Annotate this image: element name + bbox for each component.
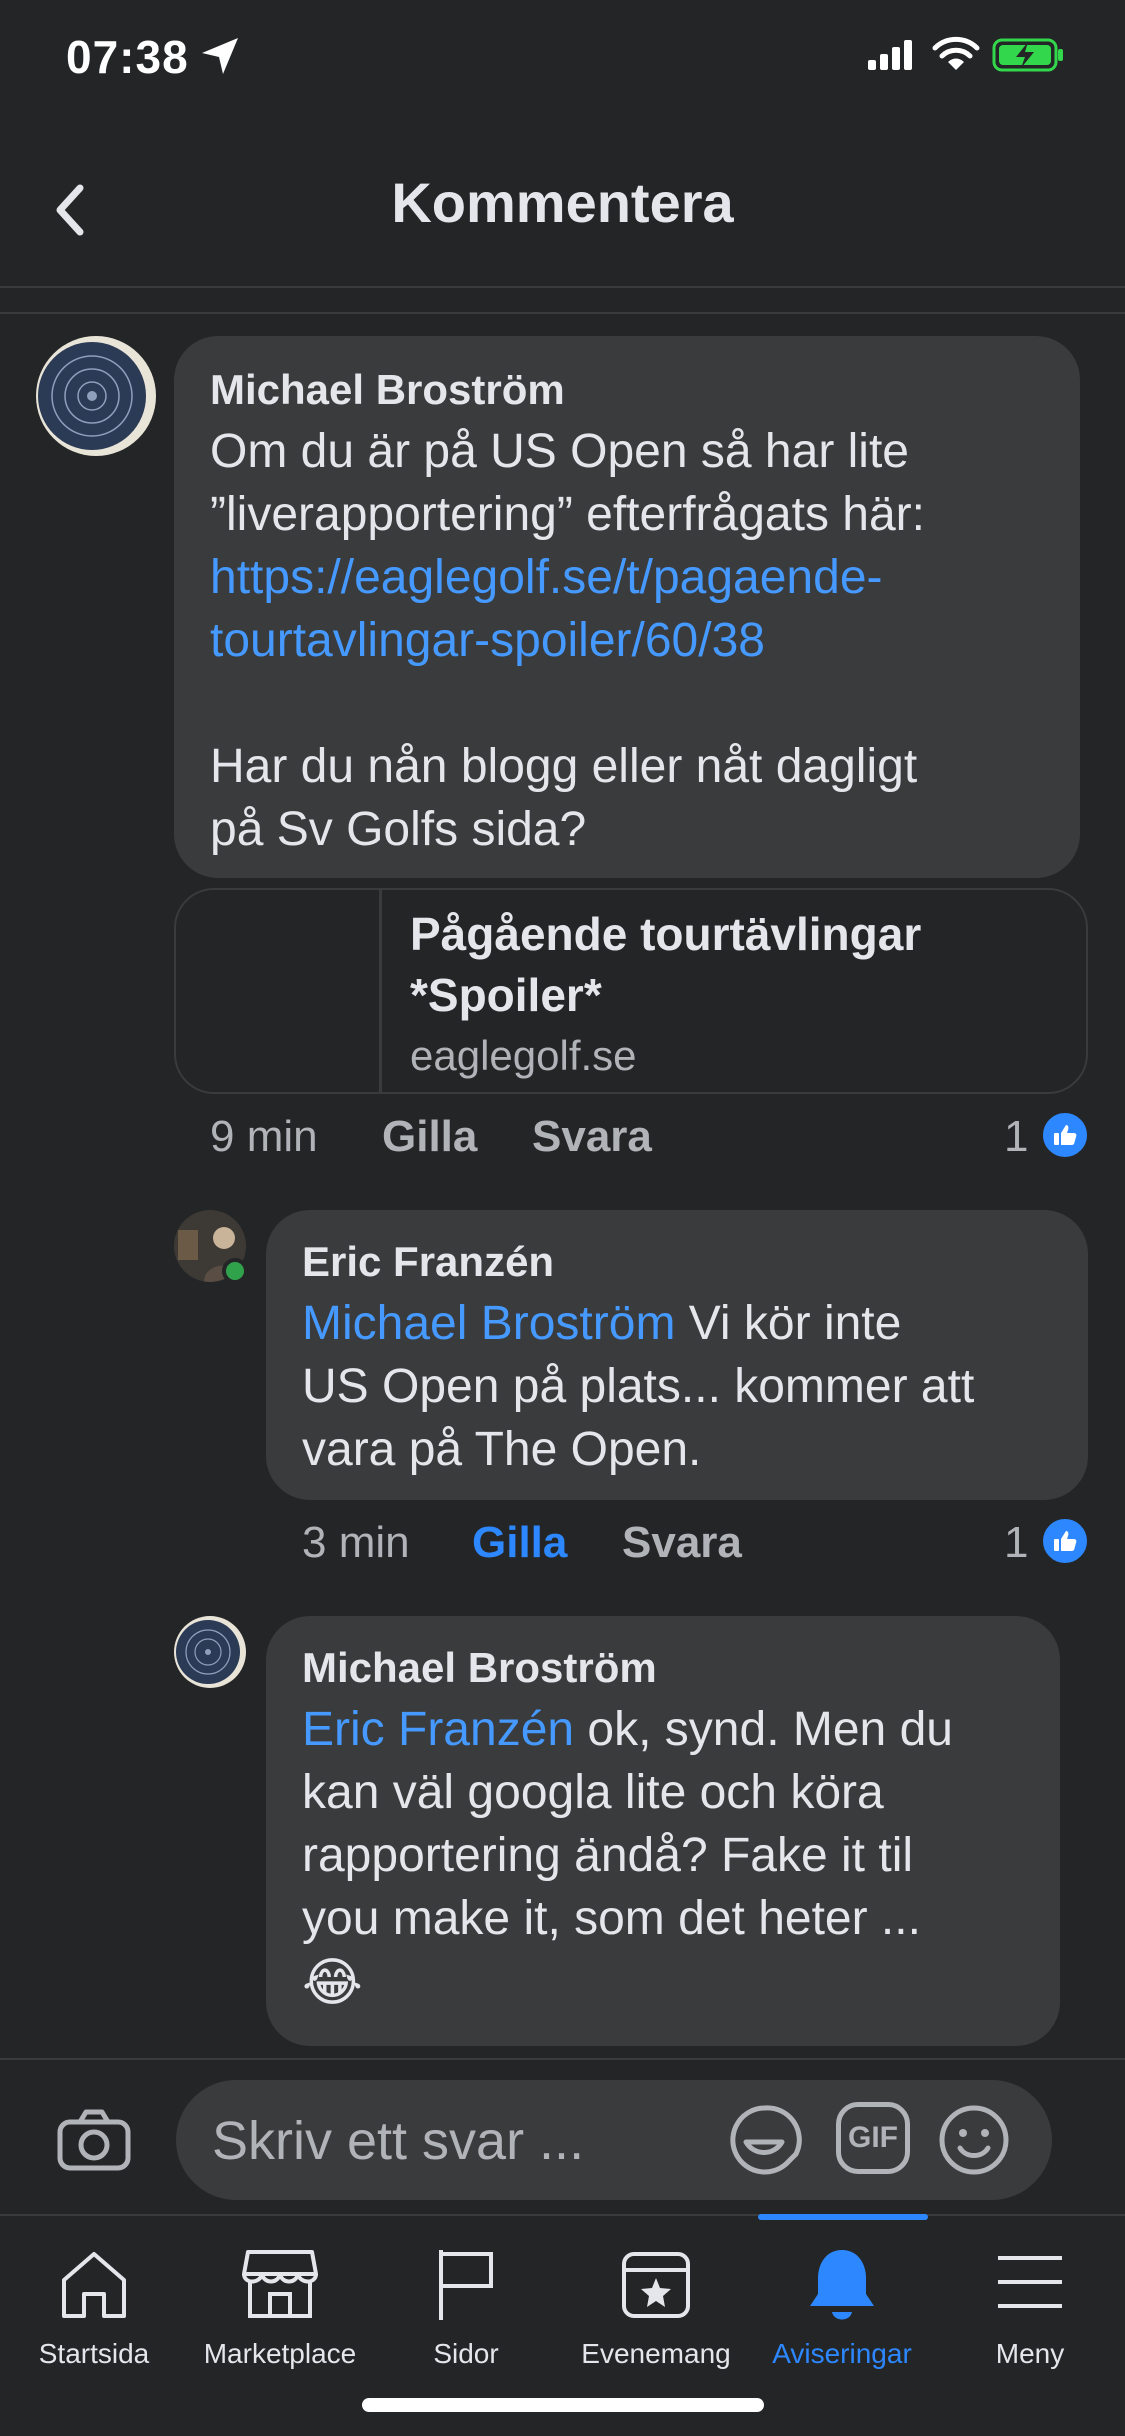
nav-header: Kommentera — [0, 140, 1125, 270]
comment-link[interactable]: https://eaglegolf.se/t/pagaende- — [210, 546, 1070, 609]
calendar-star-icon — [622, 2252, 690, 2318]
link-preview-domain: eaglegolf.se — [410, 1032, 637, 1079]
status-time: 07:38 — [66, 31, 189, 83]
online-status-dot — [222, 1258, 248, 1284]
tab-label: Sidor — [433, 2338, 499, 2369]
mention-link[interactable]: Eric Franzén — [302, 1703, 574, 1756]
comment-text-line: rapportering ändå? Fake it til — [302, 1829, 914, 1882]
target-avatar-icon — [176, 1620, 240, 1684]
header-divider — [0, 312, 1125, 314]
marketplace-icon — [242, 2250, 318, 2318]
tab-label: Meny — [995, 2338, 1065, 2369]
reply-button[interactable]: Svara — [532, 1112, 652, 1162]
avatar[interactable] — [174, 1210, 248, 1284]
comment-time: 9 min — [210, 1112, 318, 1161]
link-preview-title: Pågående tourtävlingar *Spoiler* — [410, 904, 1070, 1026]
avatar[interactable] — [36, 336, 156, 456]
link-preview-title-line: *Spoiler* — [410, 969, 602, 1021]
emoji-icon[interactable] — [936, 2102, 1012, 2178]
comment-author[interactable]: Michael Broström — [302, 1642, 1052, 1694]
reply-input[interactable]: Skriv ett svar ... GIF — [176, 2080, 1052, 2200]
tab-label: Marketplace — [203, 2338, 357, 2369]
link-preview-card[interactable]: Pågående tourtävlingar *Spoiler* eaglego… — [174, 888, 1088, 1094]
tab-label: Evenemang — [581, 2338, 731, 2369]
like-button[interactable]: Gilla — [382, 1112, 477, 1162]
comment-text-line: you make it, som det heter ... — [302, 1892, 921, 1945]
cellular-signal-icon — [868, 40, 912, 70]
bell-icon — [810, 2250, 874, 2320]
gif-icon[interactable]: GIF — [836, 2102, 910, 2174]
gif-label: GIF — [848, 2121, 898, 2154]
comment-text-line: på Sv Golfs sida? — [210, 803, 587, 856]
tab-meny[interactable]: Meny — [936, 2216, 1124, 2416]
like-button[interactable]: Gilla — [472, 1518, 567, 1568]
reply-button[interactable]: Svara — [622, 1518, 742, 1568]
target-avatar-icon — [38, 342, 146, 450]
comment-text-fragment: Vi kör inte — [675, 1297, 902, 1350]
comment-text-line: kan väl googla lite och köra — [302, 1766, 884, 1819]
comment-text-line: Har du nån blogg eller nåt dagligt — [210, 740, 918, 793]
page-title: Kommentera — [391, 171, 734, 234]
comment-text-line: US Open på plats... kommer att — [302, 1360, 975, 1413]
comment-text: Michael Broström Vi kör inte US Open på … — [302, 1292, 1072, 1481]
tab-marketplace[interactable]: Marketplace — [186, 2216, 374, 2416]
comment-bubble[interactable]: Michael Broström Om du är på US Open så … — [174, 336, 1080, 878]
link-preview-title-line: Pågående tourtävlingar — [410, 908, 922, 960]
comment-text-line: vara på The Open. — [302, 1423, 702, 1476]
comment-bubble[interactable]: Michael Broström Eric Franzén ok, synd. … — [266, 1616, 1060, 2046]
active-tab-indicator — [758, 2214, 928, 2220]
header-divider — [0, 286, 1125, 288]
tab-aviseringar[interactable]: Aviseringar — [748, 2214, 936, 2416]
tab-startsida[interactable]: Startsida — [0, 2216, 188, 2416]
comment-time: 3 min — [302, 1518, 410, 1567]
wifi-icon — [932, 36, 980, 70]
comment-text: Om du är på US Open så har lite ”liverap… — [210, 420, 1070, 861]
link-preview-thumbnail — [176, 890, 382, 1094]
comment-text-line: ”liverapportering” efterfrågats här: — [210, 488, 925, 541]
avatar[interactable] — [174, 1616, 246, 1688]
laughing-emoji-icon: 😂 — [302, 1954, 363, 2012]
home-icon — [62, 2252, 126, 2318]
tab-sidor[interactable]: Sidor — [372, 2216, 560, 2416]
tab-label: Startsida — [38, 2338, 150, 2369]
reaction-count[interactable]: 1 — [1004, 1518, 1028, 1568]
battery-charging-icon — [992, 38, 1063, 72]
reply-composer: Skriv ett svar ... GIF — [0, 2058, 1125, 2214]
comment-text-fragment: ok, synd. Men du — [574, 1703, 953, 1756]
camera-icon[interactable] — [56, 2108, 132, 2172]
flag-icon — [439, 2250, 493, 2320]
comment-text-line: Eric Franzén ok, synd. Men du — [302, 1698, 1052, 1761]
thumbs-up-icon — [1040, 1516, 1090, 1566]
home-indicator[interactable] — [362, 2398, 764, 2412]
comment-author[interactable]: Eric Franzén — [302, 1236, 1072, 1288]
comment-text-line: Michael Broström Vi kör inte — [302, 1292, 1072, 1355]
reaction-count[interactable]: 1 — [1004, 1112, 1028, 1162]
comment-text: Eric Franzén ok, synd. Men du kan väl go… — [302, 1698, 1052, 2016]
mention-link[interactable]: Michael Broström — [302, 1297, 675, 1350]
status-bar: 07:38 — [0, 0, 1125, 120]
tab-evenemang[interactable]: Evenemang — [562, 2216, 750, 2416]
comment-text-line: Om du är på US Open så har lite — [210, 425, 909, 478]
comment-bubble[interactable]: Eric Franzén Michael Broström Vi kör int… — [266, 1210, 1088, 1500]
menu-icon — [998, 2256, 1062, 2308]
comment-author[interactable]: Michael Broström — [210, 364, 1070, 416]
thumbs-up-icon — [1040, 1110, 1090, 1160]
comment-link[interactable]: tourtavlingar-spoiler/60/38 — [210, 609, 1070, 672]
sticker-icon[interactable] — [726, 2102, 802, 2178]
location-arrow-icon — [202, 38, 238, 74]
reply-input-placeholder: Skriv ett svar ... — [212, 2111, 585, 2171]
tab-label: Aviseringar — [772, 2338, 912, 2369]
